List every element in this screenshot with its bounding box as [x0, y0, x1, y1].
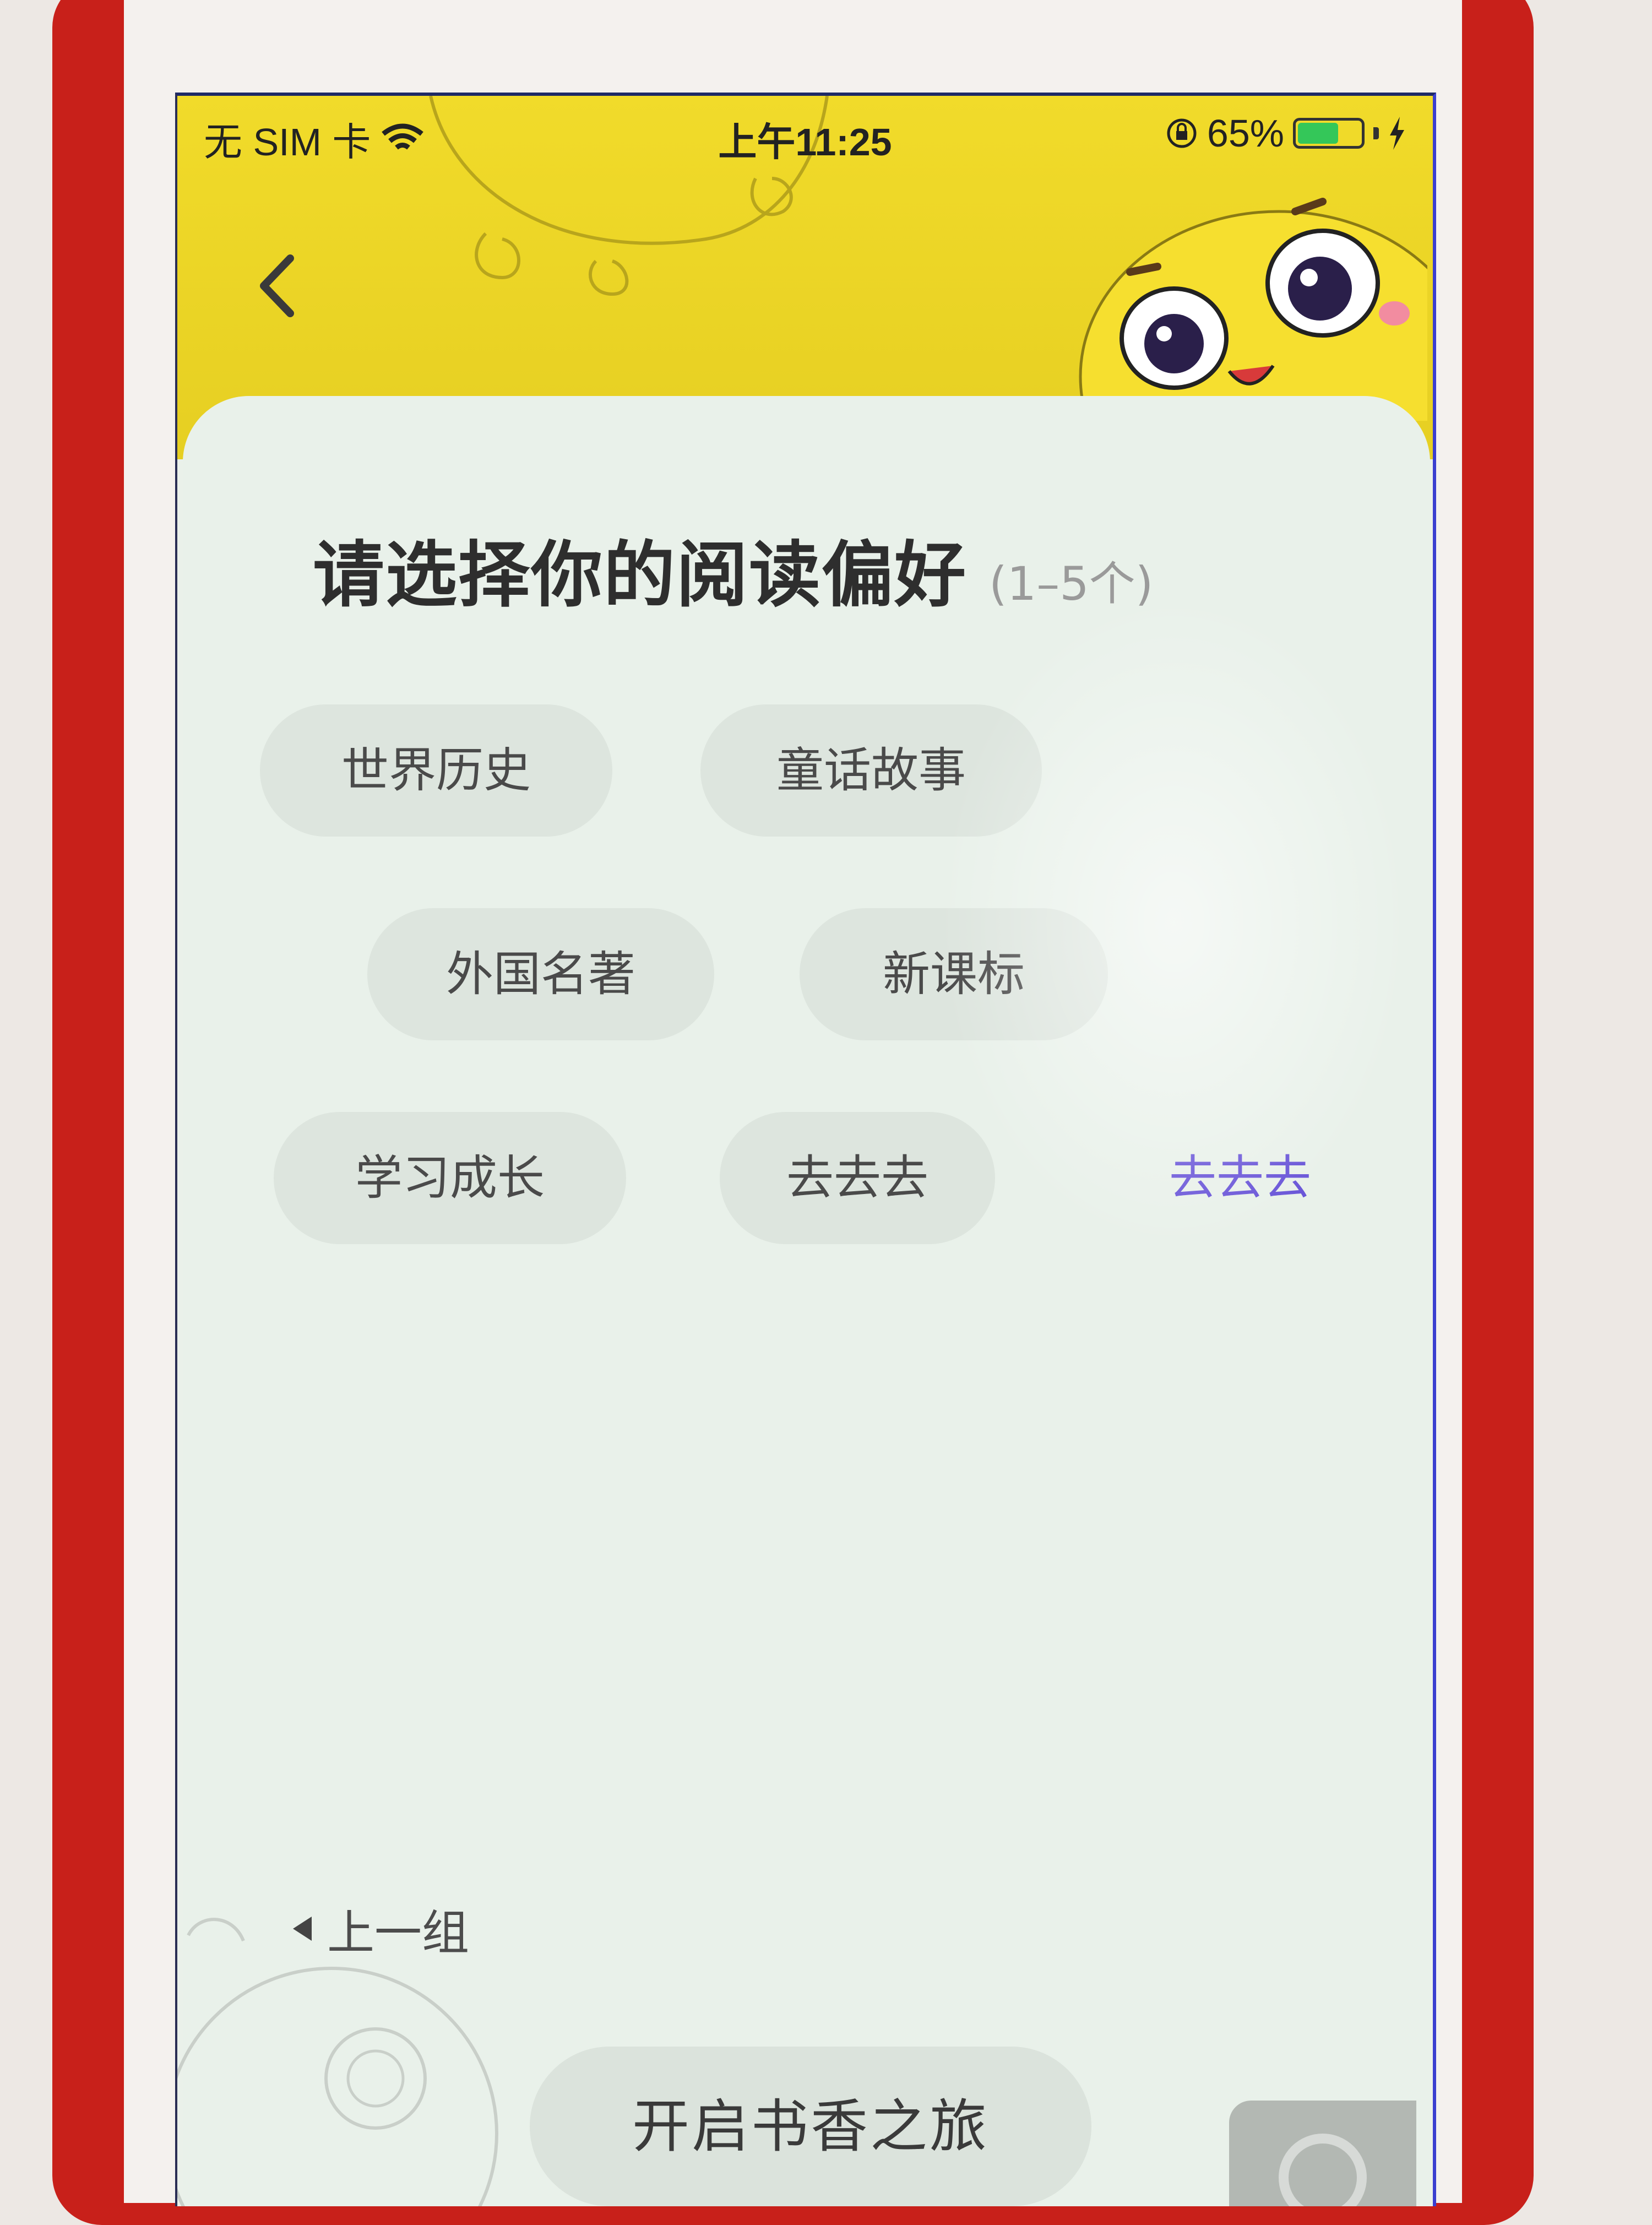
preference-chip[interactable]: 外国名著: [367, 908, 714, 1040]
start-reading-button[interactable]: 开启书香之旅: [530, 2047, 1091, 2206]
preference-chip[interactable]: 世界历史: [260, 704, 612, 837]
preference-chip[interactable]: 学习成长: [274, 1112, 626, 1244]
chevron-left-icon: [260, 254, 294, 317]
status-bar: 无 SIM 卡 上午11:25 65%: [177, 96, 1433, 173]
charging-icon: [1390, 117, 1404, 150]
orientation-lock-icon: [1167, 118, 1197, 148]
selection-limit-hint: (1–5个): [989, 557, 1154, 611]
title-row: 请选择你的阅读偏好 (1–5个): [313, 517, 1153, 621]
assistive-touch-button[interactable]: [1229, 2101, 1416, 2206]
battery-percent: 65%: [1207, 112, 1284, 155]
page-title: 请选择你的阅读偏好: [313, 533, 968, 617]
app-screen: 无 SIM 卡 上午11:25 65% 请选择你的阅读偏好 (1–5个) 世界历…: [175, 93, 1436, 2206]
battery-tip: [1373, 127, 1379, 139]
preference-chip[interactable]: 童话故事: [700, 704, 1042, 837]
battery-level: [1298, 123, 1338, 144]
mascot-outline-bottom: [177, 1918, 498, 2206]
back-button[interactable]: [243, 250, 309, 327]
status-right: 65%: [1165, 111, 1406, 155]
battery-icon: [1293, 118, 1365, 149]
preference-chip[interactable]: 新课标: [800, 908, 1108, 1040]
mascot-illustration: [1079, 198, 1427, 421]
preference-chip-selected[interactable]: 去去去: [1091, 1112, 1389, 1244]
preference-chip[interactable]: 去去去: [720, 1112, 995, 1244]
